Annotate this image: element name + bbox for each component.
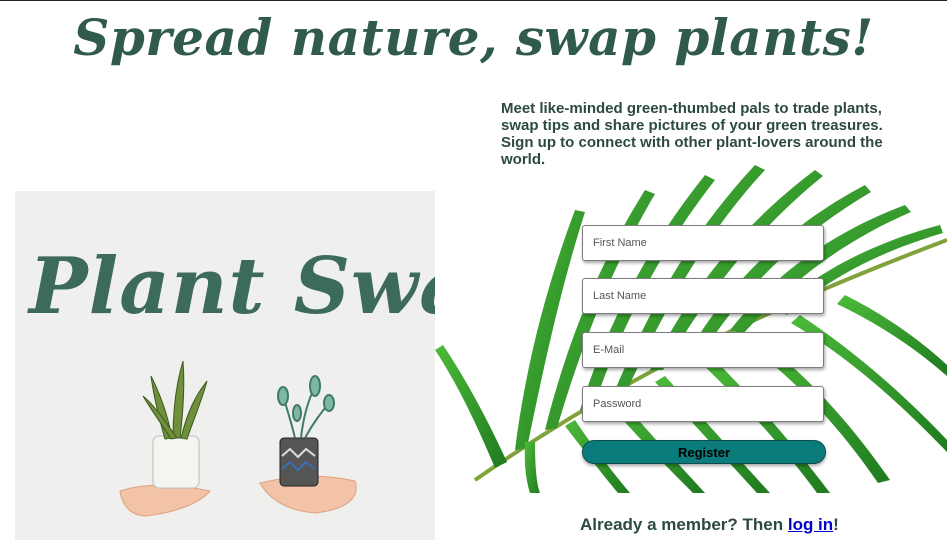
succulent-pot-icon [279, 437, 319, 487]
login-link[interactable]: log in [788, 515, 833, 534]
last-name-input[interactable] [582, 278, 824, 314]
intro-text: Meet like-minded green-thumbed pals to t… [501, 100, 883, 168]
page-title: Spread nature, swap plants! [73, 8, 874, 67]
top-border [0, 0, 947, 1]
register-button[interactable]: Register [582, 440, 826, 464]
login-prompt: Already a member? Then log in! [580, 515, 839, 535]
password-input[interactable] [582, 386, 824, 422]
plant-illustration [119, 360, 357, 517]
login-suffix: ! [833, 515, 839, 534]
login-prefix: Already a member? Then [580, 515, 788, 534]
first-name-input[interactable] [582, 225, 824, 261]
snake-plant-pot-icon [152, 435, 200, 489]
email-input[interactable] [582, 332, 824, 368]
hero-image: Plant Swap [15, 191, 435, 540]
hands-icon [119, 484, 211, 517]
